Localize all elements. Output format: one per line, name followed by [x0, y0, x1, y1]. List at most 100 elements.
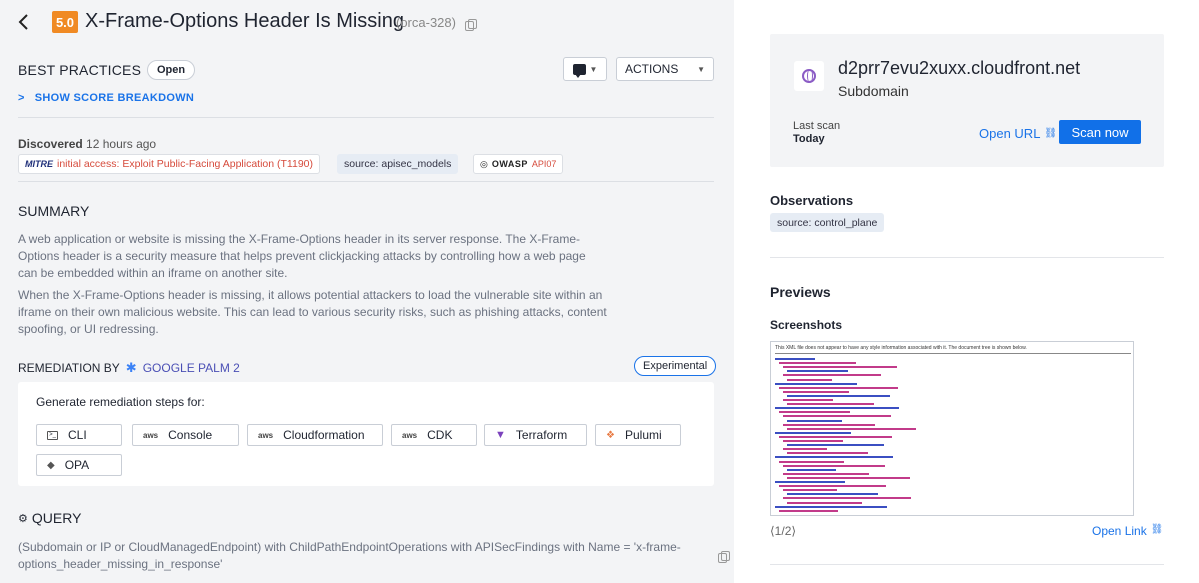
divider — [18, 117, 714, 118]
screenshot-preview[interactable]: This XML file does not appear to have an… — [770, 341, 1134, 516]
screenshot-header-text: This XML file does not appear to have an… — [775, 345, 1131, 354]
summary-paragraph-2: When the X-Frame-Options header is missi… — [18, 288, 607, 336]
xml-line — [775, 431, 851, 434]
xml-line — [783, 399, 833, 401]
xml-line — [787, 370, 848, 373]
query-heading: ⚙ QUERY — [18, 510, 81, 526]
xml-line — [783, 464, 885, 467]
remediation-provider: GOOGLE PALM 2 — [142, 361, 240, 375]
alert-id: (orca-328) — [396, 15, 456, 30]
last-scan-value: Today — [793, 133, 825, 145]
aws-icon: aws — [258, 430, 274, 440]
terminal-icon: >_ — [47, 430, 58, 440]
xml-line — [783, 390, 849, 393]
opa-icon: ◆ — [47, 459, 55, 471]
asset-name[interactable]: d2prr7evu2xuxx.cloudfront.net — [838, 58, 1080, 79]
status-badge[interactable]: Open — [147, 60, 196, 80]
globe-icon — [802, 69, 816, 83]
xml-line — [787, 394, 890, 397]
owasp-tag[interactable]: ◎ OWASP API07 — [473, 154, 564, 174]
discovered-value: 12 hours ago — [86, 137, 157, 151]
remediation-pulumi-button[interactable]: ❖ Pulumi — [595, 424, 681, 446]
open-link[interactable]: Open Link ⛓ — [1092, 524, 1163, 538]
copy-icon[interactable] — [718, 551, 731, 563]
xml-line — [775, 358, 815, 360]
divider — [770, 257, 1164, 258]
screenshots-heading: Screenshots — [770, 318, 843, 332]
tool-label: Pulumi — [624, 428, 662, 442]
owasp-id: API07 — [531, 159, 557, 169]
mitre-logo: MITRE — [25, 159, 53, 169]
divider — [770, 564, 1164, 565]
remediation-console-button[interactable]: aws Console — [132, 424, 239, 446]
xml-line — [783, 415, 891, 418]
copy-icon[interactable] — [465, 19, 477, 31]
divider — [18, 181, 714, 182]
xml-line — [783, 423, 875, 426]
remediation-opa-button[interactable]: ◆ OPA — [36, 454, 122, 476]
scan-now-button[interactable]: Scan now — [1059, 120, 1141, 144]
summary-heading: SUMMARY — [18, 203, 90, 219]
xml-line — [779, 411, 850, 414]
actions-dropdown[interactable]: ACTIONS ▼ — [616, 57, 714, 81]
tool-label: Console — [168, 428, 213, 442]
query-title: QUERY — [31, 510, 82, 526]
owasp-logo: OWASP — [491, 159, 528, 169]
asset-type: Subdomain — [838, 83, 909, 99]
tool-label: Cloudformation — [283, 428, 365, 442]
remediation-terraform-button[interactable]: ▼ Terraform — [484, 424, 587, 446]
chat-icon — [572, 63, 586, 78]
remediation-cloudformation-button[interactable]: aws Cloudformation — [247, 424, 383, 446]
xml-line — [779, 460, 844, 463]
comments-button[interactable]: ▼ — [563, 57, 607, 81]
xml-line — [779, 362, 856, 365]
xml-line — [787, 444, 884, 447]
discovered-label: Discovered — [18, 137, 83, 151]
link-icon: ⛓ — [1150, 524, 1164, 535]
chevron-left-icon — [18, 14, 28, 30]
observation-source-tag[interactable]: source: control_plane — [770, 213, 885, 232]
discovered-info: Discovered 12 hours ago — [18, 137, 156, 151]
query-text: (Subdomain or IP or CloudManagedEndpoint… — [18, 540, 681, 571]
chevron-right-icon: > — [18, 92, 25, 104]
alert-category: BEST PRACTICES — [18, 62, 142, 78]
palm-icon: ✱ — [125, 360, 137, 375]
screenshot-pager[interactable]: ⟨1/2⟩ — [770, 524, 796, 538]
remediation-cli-button[interactable]: >_ CLI — [36, 424, 122, 446]
alert-details-panel: 5.0 X-Frame-Options Header Is Missing (o… — [0, 0, 734, 583]
open-url-link[interactable]: Open URL ⛓ — [979, 126, 1057, 141]
xml-line — [775, 382, 857, 385]
xml-line — [775, 456, 893, 459]
open-url-label: Open URL — [979, 126, 1041, 141]
tool-label: Terraform — [515, 428, 568, 442]
xml-line — [775, 407, 899, 410]
xml-line — [787, 378, 832, 381]
remediation-heading: REMEDIATION BY ✱ GOOGLE PALM 2 — [18, 360, 240, 376]
page-title: X-Frame-Options Header Is Missing — [85, 10, 404, 32]
source-tag[interactable]: source: apisec_models — [337, 154, 459, 174]
show-score-breakdown-link[interactable]: > SHOW SCORE BREAKDOWN — [18, 92, 194, 104]
xml-line — [787, 403, 874, 406]
xml-line — [787, 427, 916, 430]
score-badge: 5.0 — [52, 11, 78, 33]
query-icon: ⚙ — [18, 512, 28, 525]
open-link-label: Open Link — [1092, 524, 1147, 538]
back-button[interactable] — [18, 10, 36, 34]
remediation-cdk-button[interactable]: aws CDK — [391, 424, 477, 446]
xml-line — [779, 435, 892, 438]
tool-label: CLI — [68, 428, 87, 442]
last-scan-label: Last scan — [793, 120, 841, 132]
previews-heading: Previews — [770, 284, 831, 300]
xml-line — [779, 485, 886, 488]
xml-line — [787, 452, 868, 455]
chevron-down-icon: ▼ — [697, 64, 705, 74]
xml-line — [787, 419, 842, 422]
terraform-icon: ▼ — [495, 429, 506, 441]
score-breakdown-label: SHOW SCORE BREAKDOWN — [34, 92, 195, 104]
observations-heading: Observations — [770, 193, 854, 208]
xml-line — [787, 476, 910, 479]
remediation-prompt: Generate remediation steps for: — [36, 395, 205, 409]
mitre-tag[interactable]: MITRE initial access: Exploit Public-Fac… — [18, 154, 321, 174]
chevron-down-icon: ▼ — [589, 64, 598, 74]
asset-icon-box — [794, 61, 824, 91]
